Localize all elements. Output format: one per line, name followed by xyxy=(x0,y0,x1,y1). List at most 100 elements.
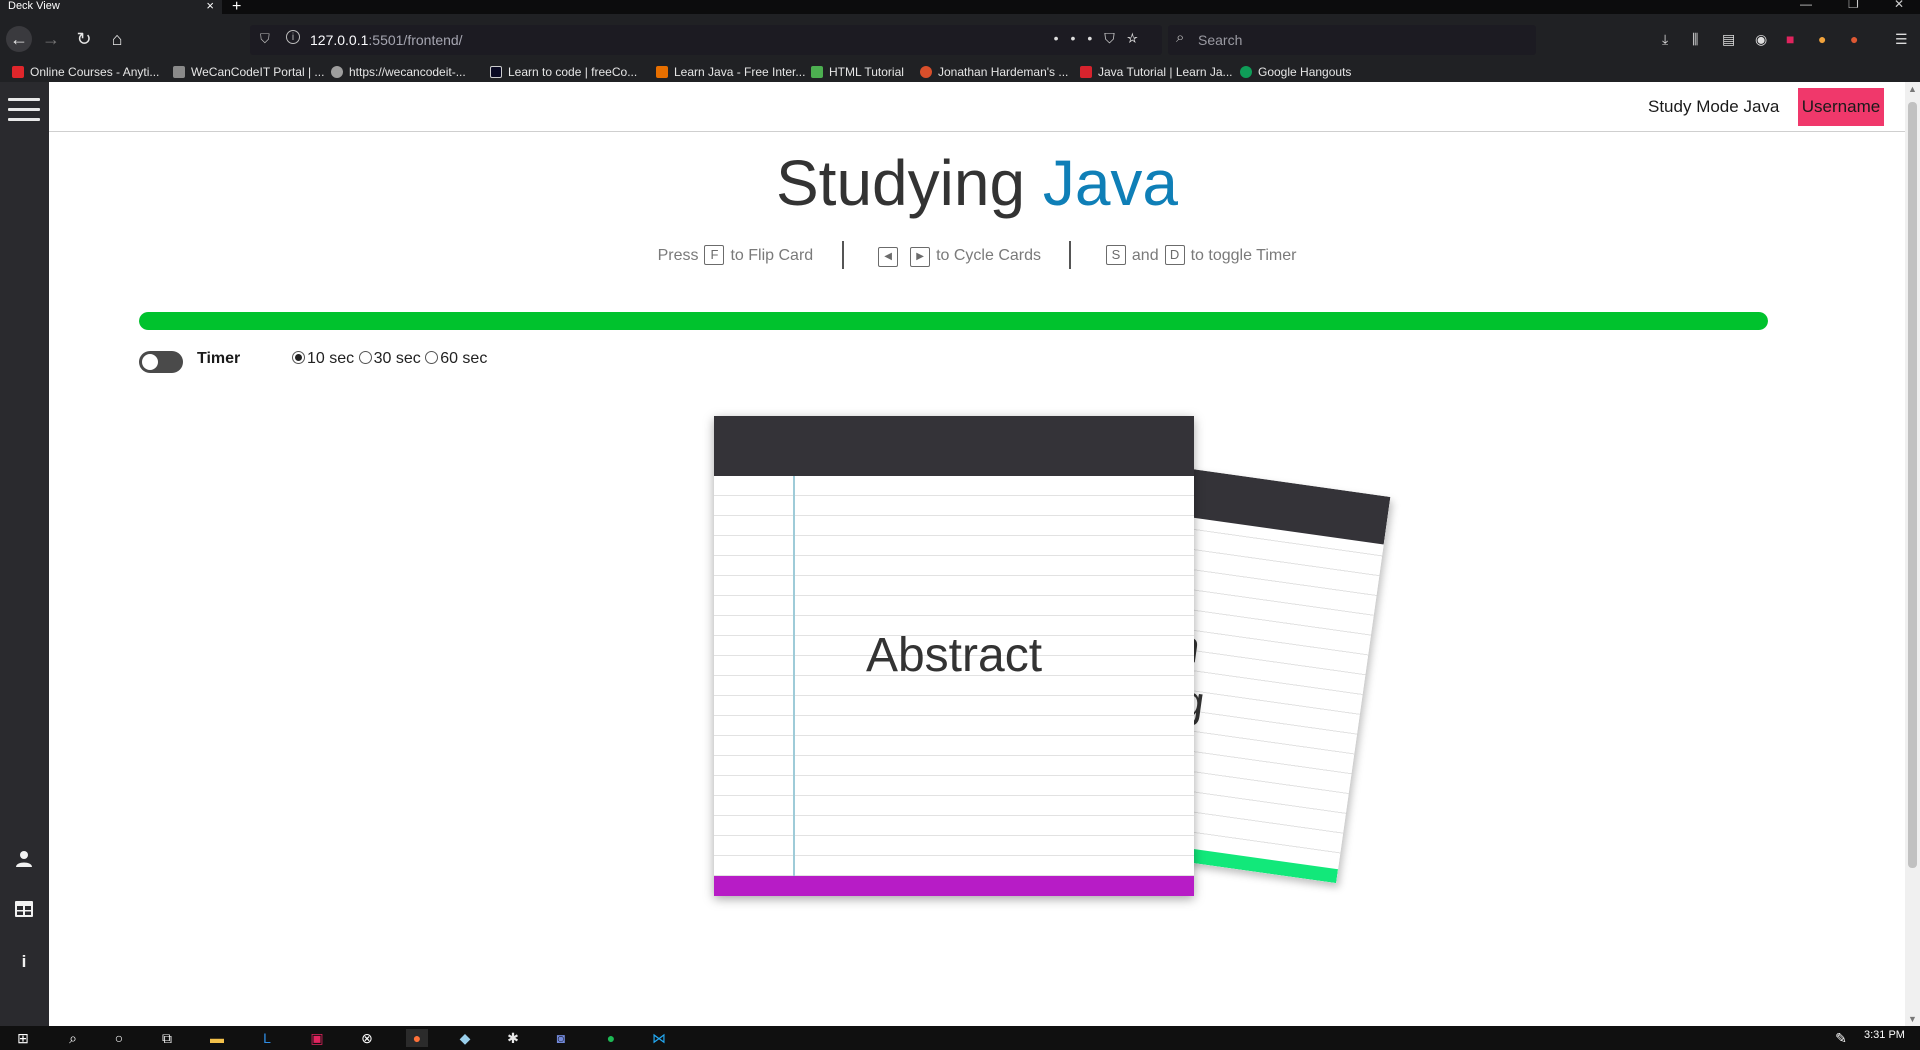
vscode-icon[interactable]: ⋈ xyxy=(648,1029,670,1047)
bookmark-favicon-icon xyxy=(12,66,24,78)
spotify-icon[interactable]: ● xyxy=(600,1029,622,1047)
url-text[interactable]: 127.0.0.1:5501/frontend/ xyxy=(310,32,463,48)
bookmark-item[interactable]: Learn to code | freeCo... xyxy=(490,65,637,79)
duckduckgo-icon[interactable]: ● xyxy=(1850,31,1858,47)
cortana-icon[interactable]: ○ xyxy=(108,1029,130,1047)
reload-icon[interactable]: ↻ xyxy=(71,26,97,52)
card-header xyxy=(714,416,1194,476)
card-term: Abstract xyxy=(865,629,1043,682)
shield-icon[interactable]: ⛉ xyxy=(260,31,270,47)
back-icon[interactable]: ← xyxy=(6,26,32,52)
keyboard-hints: Press Fto Flip Card ◀ ▶ to Cycle Cards Sand… xyxy=(49,241,1905,269)
study-mode-link[interactable]: Study Mode Java xyxy=(1648,97,1779,117)
task-view-icon[interactable]: ⧉ xyxy=(156,1029,178,1047)
timer-duration-options: 10 sec 30 sec 60 sec xyxy=(292,350,487,368)
address-bar[interactable]: ⛉ i 127.0.0.1:5501/frontend/ •••⛉☆ xyxy=(250,25,1162,55)
forward-icon[interactable]: → xyxy=(38,26,64,52)
windows-start-icon[interactable]: ⊞ xyxy=(12,1029,34,1047)
account-icon[interactable]: ◉ xyxy=(1755,31,1767,48)
firefox-icon[interactable]: ● xyxy=(406,1029,428,1047)
bookmark-item[interactable]: https://wecancodeit-... xyxy=(331,65,466,79)
browser-toolbar: ← → ↻ ⌂ ⛉ i 127.0.0.1:5501/frontend/ •••… xyxy=(0,14,1920,64)
radio-30-sec[interactable] xyxy=(358,351,372,364)
timer-progress-bar xyxy=(139,312,1768,330)
bookmark-label: Online Courses - Anyti... xyxy=(30,65,160,79)
bookmark-label: https://wecancodeit-... xyxy=(349,65,466,79)
page-title: Studying Java xyxy=(49,146,1905,220)
search-icon[interactable]: ⌕ xyxy=(62,1029,84,1047)
discord-icon[interactable]: ◙ xyxy=(550,1029,572,1047)
scroll-thumb[interactable] xyxy=(1908,102,1917,868)
toggle-knob xyxy=(142,354,158,370)
hangouts-icon xyxy=(1240,66,1252,78)
globe-icon xyxy=(331,66,343,78)
bookmark-label: Java Tutorial | Learn Ja... xyxy=(1098,65,1233,79)
key-left-arrow-icon: ◀ xyxy=(878,247,899,267)
freecodecamp-icon xyxy=(490,66,502,78)
divider xyxy=(841,241,844,269)
url-host: 127.0.0.1 xyxy=(310,32,369,48)
app-menu-icon[interactable]: ☰ xyxy=(1895,31,1908,48)
hint-cycle: to Cycle Cards xyxy=(936,247,1041,264)
scroll-down-icon[interactable]: ▼ xyxy=(1908,1014,1917,1024)
info-icon[interactable]: i xyxy=(12,950,36,974)
bookmark-label: Learn to code | freeCo... xyxy=(508,65,638,79)
progress-fill xyxy=(139,312,1768,330)
notes-icon[interactable]: ◆ xyxy=(454,1029,476,1047)
file-explorer-icon[interactable]: ▬ xyxy=(206,1029,228,1047)
info-icon[interactable]: i xyxy=(286,30,300,44)
pen-icon[interactable]: ✎ xyxy=(1830,1029,1852,1047)
slack-icon[interactable]: ✱ xyxy=(502,1029,524,1047)
user-icon[interactable] xyxy=(12,850,36,874)
key-f: F xyxy=(704,245,725,265)
radio-label: 10 sec xyxy=(307,350,355,367)
pocket-icon[interactable]: ■ xyxy=(1786,31,1794,47)
home-icon[interactable]: ⌂ xyxy=(104,26,130,52)
table-icon[interactable] xyxy=(12,900,36,924)
close-tab-icon[interactable]: × xyxy=(206,0,214,12)
search-bar[interactable]: ⌕ Search xyxy=(1168,25,1536,55)
timer-label: Timer xyxy=(197,350,241,367)
bookmark-label: WeCanCodeIT Portal | ... xyxy=(191,65,325,79)
hint-and: and xyxy=(1131,247,1159,264)
bookmark-label: Jonathan Hardeman's ... xyxy=(938,65,1069,79)
extension-icon[interactable]: ● xyxy=(1818,31,1826,47)
app-sidebar: i xyxy=(0,82,49,1026)
bookmark-item[interactable]: Java Tutorial | Learn Ja... xyxy=(1080,65,1233,79)
radio-label: 30 sec xyxy=(373,350,421,367)
bookmark-item[interactable]: Google Hangouts xyxy=(1240,65,1351,79)
downloads-icon[interactable]: ⤓ xyxy=(1662,31,1668,48)
title-prefix: Studying xyxy=(775,147,1026,219)
windows-taskbar: ⊞ ⌕ ○ ⧉ ▬ L ▣ ⊗ ● ◆ ✱ ◙ ● ⋈ ✎ 3:31 PM xyxy=(0,1026,1920,1050)
minimize-icon[interactable]: — xyxy=(1800,0,1812,11)
hint-toggle: to toggle Timer xyxy=(1190,247,1297,264)
intellij-icon[interactable]: ▣ xyxy=(306,1029,328,1047)
close-window-icon[interactable]: ✕ xyxy=(1894,0,1904,11)
scroll-up-icon[interactable]: ▲ xyxy=(1908,84,1917,94)
bookmark-label: Learn Java - Free Inter... xyxy=(674,65,806,79)
search-icon: ⌕ xyxy=(1176,29,1185,46)
bookmark-label: HTML Tutorial xyxy=(829,65,904,79)
page-scrollbar[interactable]: ▲ ▼ xyxy=(1905,82,1920,1026)
maximize-icon[interactable]: ❐ xyxy=(1848,0,1859,11)
library-icon[interactable]: ⫼ xyxy=(1692,31,1698,48)
username-button[interactable]: Username xyxy=(1798,88,1884,126)
bookmark-favicon-icon xyxy=(173,66,185,78)
current-flashcard[interactable]: Abstract xyxy=(714,416,1194,896)
bookmark-item[interactable]: WeCanCodeIT Portal | ... xyxy=(173,65,324,79)
divider xyxy=(1069,241,1072,269)
xbox-icon[interactable]: ⊗ xyxy=(356,1029,378,1047)
menu-icon[interactable] xyxy=(8,98,40,122)
bookmark-item[interactable]: Online Courses - Anyti... xyxy=(12,65,159,79)
radio-10-sec[interactable] xyxy=(292,351,305,364)
radio-60-sec[interactable] xyxy=(425,351,439,364)
sidebar-toggle-icon[interactable]: ▤ xyxy=(1722,31,1735,48)
page-actions[interactable]: •••⛉☆ xyxy=(1054,30,1150,47)
w3schools-icon xyxy=(811,66,823,78)
app-icon[interactable]: L xyxy=(256,1029,278,1047)
timer-toggle[interactable] xyxy=(139,351,183,373)
bookmark-item[interactable]: Jonathan Hardeman's ... xyxy=(920,65,1068,79)
bookmark-item[interactable]: Learn Java - Free Inter... xyxy=(656,65,805,79)
browser-tab[interactable]: Deck View × xyxy=(0,0,222,14)
bookmark-item[interactable]: HTML Tutorial xyxy=(811,65,904,79)
